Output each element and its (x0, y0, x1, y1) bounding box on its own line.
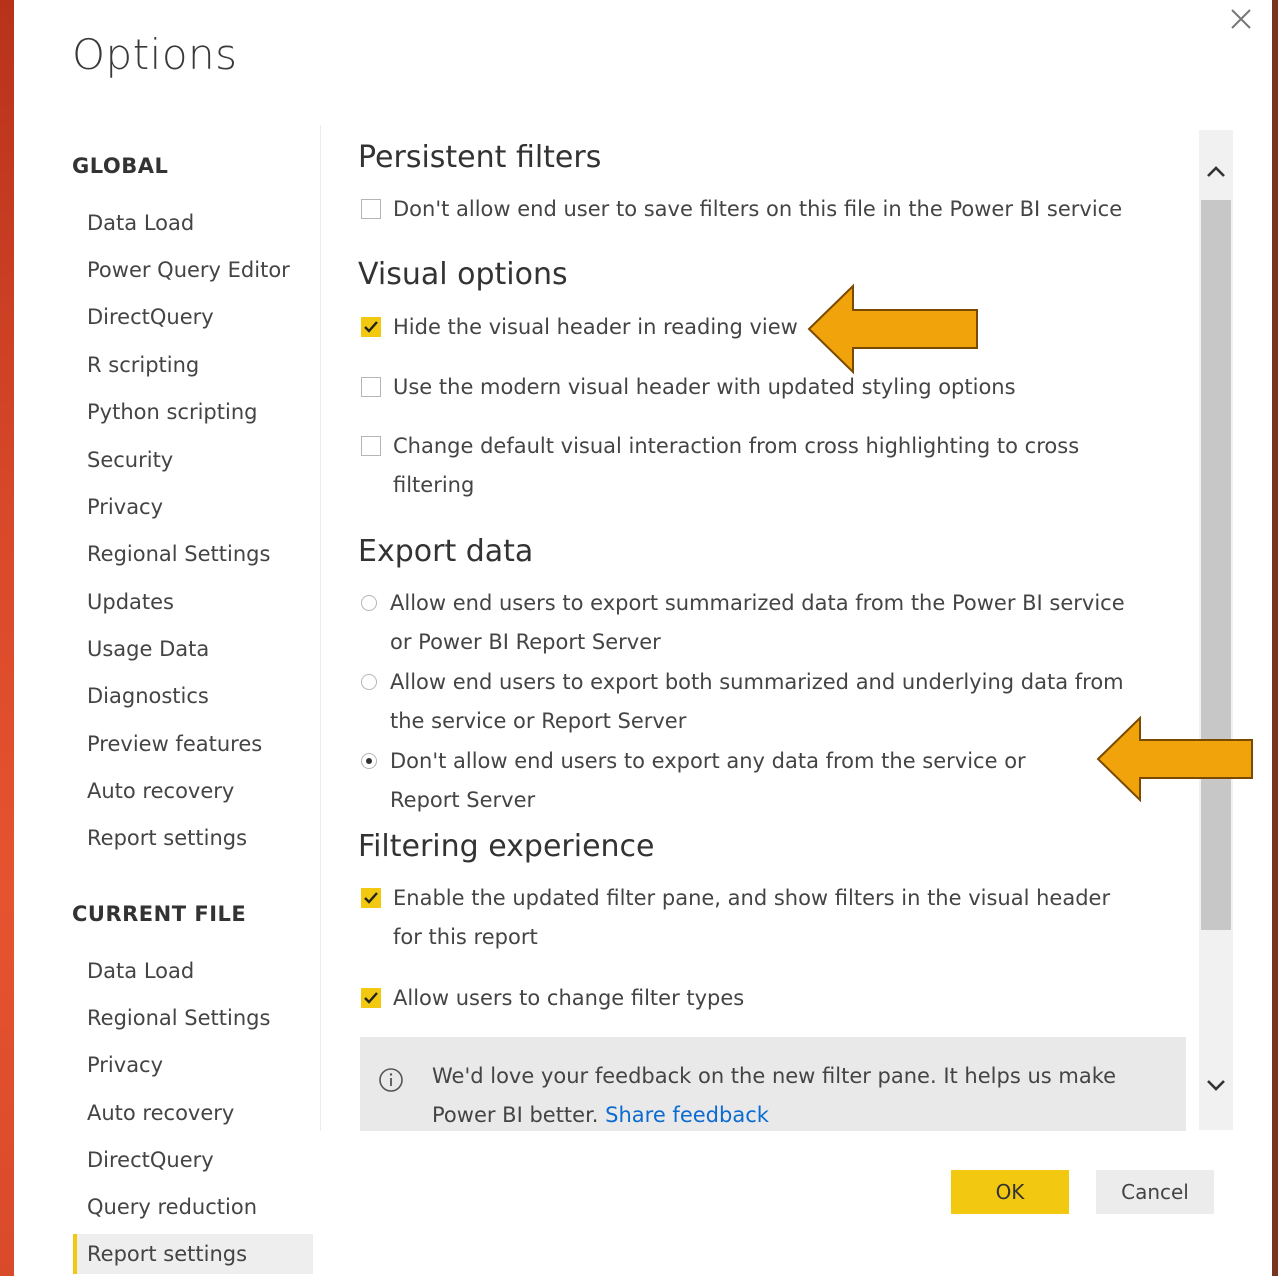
option-label: Don't allow end user to save filters on … (393, 197, 1123, 221)
sidebar-item-security[interactable]: Security (73, 440, 313, 480)
sidebar-item-global-data-load[interactable]: Data Load (73, 203, 313, 243)
checkbox-checked[interactable] (361, 888, 381, 908)
sidebar-item-global-auto-recovery[interactable]: Auto recovery (73, 771, 313, 811)
option-label: Allow users to change filter types (393, 986, 745, 1010)
sidebar-item-diagnostics[interactable]: Diagnostics (73, 676, 313, 716)
checkmark-icon (364, 892, 378, 904)
sidebar-item-global-privacy[interactable]: Privacy (73, 487, 313, 527)
checkbox-checked[interactable] (361, 988, 381, 1008)
radio-button-selected[interactable] (361, 753, 377, 769)
left-arrow-icon (1096, 715, 1253, 803)
option-label: Allow end users to export summarized dat… (390, 591, 1125, 654)
content-scrollbar[interactable] (1199, 130, 1233, 1130)
sidebar-item-file-data-load[interactable]: Data Load (73, 951, 313, 991)
checkmark-icon (364, 321, 378, 333)
feedback-text: We'd love your feedback on the new filte… (432, 1064, 1117, 1127)
scroll-thumb[interactable] (1201, 200, 1231, 930)
sidebar-item-usage-data[interactable]: Usage Data (73, 629, 313, 669)
share-feedback-link[interactable]: Share feedback (605, 1103, 769, 1127)
sidebar-divider (320, 125, 321, 1131)
options-dialog: Options GLOBAL Data Load Power Query Edi… (14, 0, 1272, 1276)
sidebar-item-query-reduction[interactable]: Query reduction (73, 1187, 313, 1227)
option-label: Use the modern visual header with update… (393, 375, 1016, 399)
checkbox-checked[interactable] (361, 317, 381, 337)
left-arrow-icon (807, 283, 978, 375)
sidebar-item-file-directquery[interactable]: DirectQuery (73, 1140, 313, 1180)
scroll-down-icon[interactable] (1199, 1065, 1233, 1105)
section-title-persistent-filters: Persistent filters (358, 140, 602, 175)
info-icon (379, 1068, 403, 1092)
option-label: Change default visual interaction from c… (393, 434, 1080, 497)
checkmark-icon (364, 992, 378, 1004)
sidebar-item-file-report-settings[interactable]: Report settings (73, 1234, 313, 1274)
option-label: Allow end users to export both summarize… (390, 670, 1124, 733)
settings-content: Persistent filters Don't allow end user … (358, 125, 1208, 1131)
radio-button[interactable] (361, 595, 377, 611)
sidebar-item-updates[interactable]: Updates (73, 582, 313, 622)
global-heading: GLOBAL (72, 154, 169, 178)
sidebar-item-global-regional-settings[interactable]: Regional Settings (73, 534, 313, 574)
dialog-title: Options (72, 30, 238, 79)
sidebar-item-power-query-editor[interactable]: Power Query Editor (73, 250, 313, 290)
checkbox[interactable] (361, 199, 381, 219)
sidebar-item-python-scripting[interactable]: Python scripting (73, 392, 313, 432)
scroll-up-icon[interactable] (1199, 150, 1233, 190)
feedback-text-block: We'd love your feedback on the new filte… (432, 1057, 1152, 1131)
background-frame-right (1272, 0, 1278, 1276)
sidebar-item-file-regional-settings[interactable]: Regional Settings (73, 998, 313, 1038)
sidebar-item-file-privacy[interactable]: Privacy (73, 1045, 313, 1085)
close-icon[interactable] (1226, 4, 1256, 34)
option-label: Enable the updated filter pane, and show… (393, 886, 1111, 949)
section-title-visual-options: Visual options (358, 257, 568, 292)
background-frame-left (0, 0, 14, 1276)
radio-button[interactable] (361, 674, 377, 690)
sidebar-item-global-report-settings[interactable]: Report settings (73, 818, 313, 858)
sidebar-item-r-scripting[interactable]: R scripting (73, 345, 313, 385)
current-file-heading: CURRENT FILE (72, 902, 247, 926)
ok-button[interactable]: OK (951, 1170, 1069, 1214)
sidebar-item-file-auto-recovery[interactable]: Auto recovery (73, 1093, 313, 1133)
option-label: Hide the visual header in reading view (393, 315, 798, 339)
sidebar-item-global-directquery[interactable]: DirectQuery (73, 297, 313, 337)
cancel-button[interactable]: Cancel (1096, 1170, 1214, 1214)
feedback-banner: We'd love your feedback on the new filte… (360, 1037, 1186, 1131)
checkbox[interactable] (361, 377, 381, 397)
section-title-export-data: Export data (358, 534, 534, 569)
sidebar-item-preview-features[interactable]: Preview features (73, 724, 313, 764)
checkbox[interactable] (361, 436, 381, 456)
option-label: Don't allow end users to export any data… (390, 749, 1026, 812)
section-title-filtering-experience: Filtering experience (358, 829, 655, 864)
